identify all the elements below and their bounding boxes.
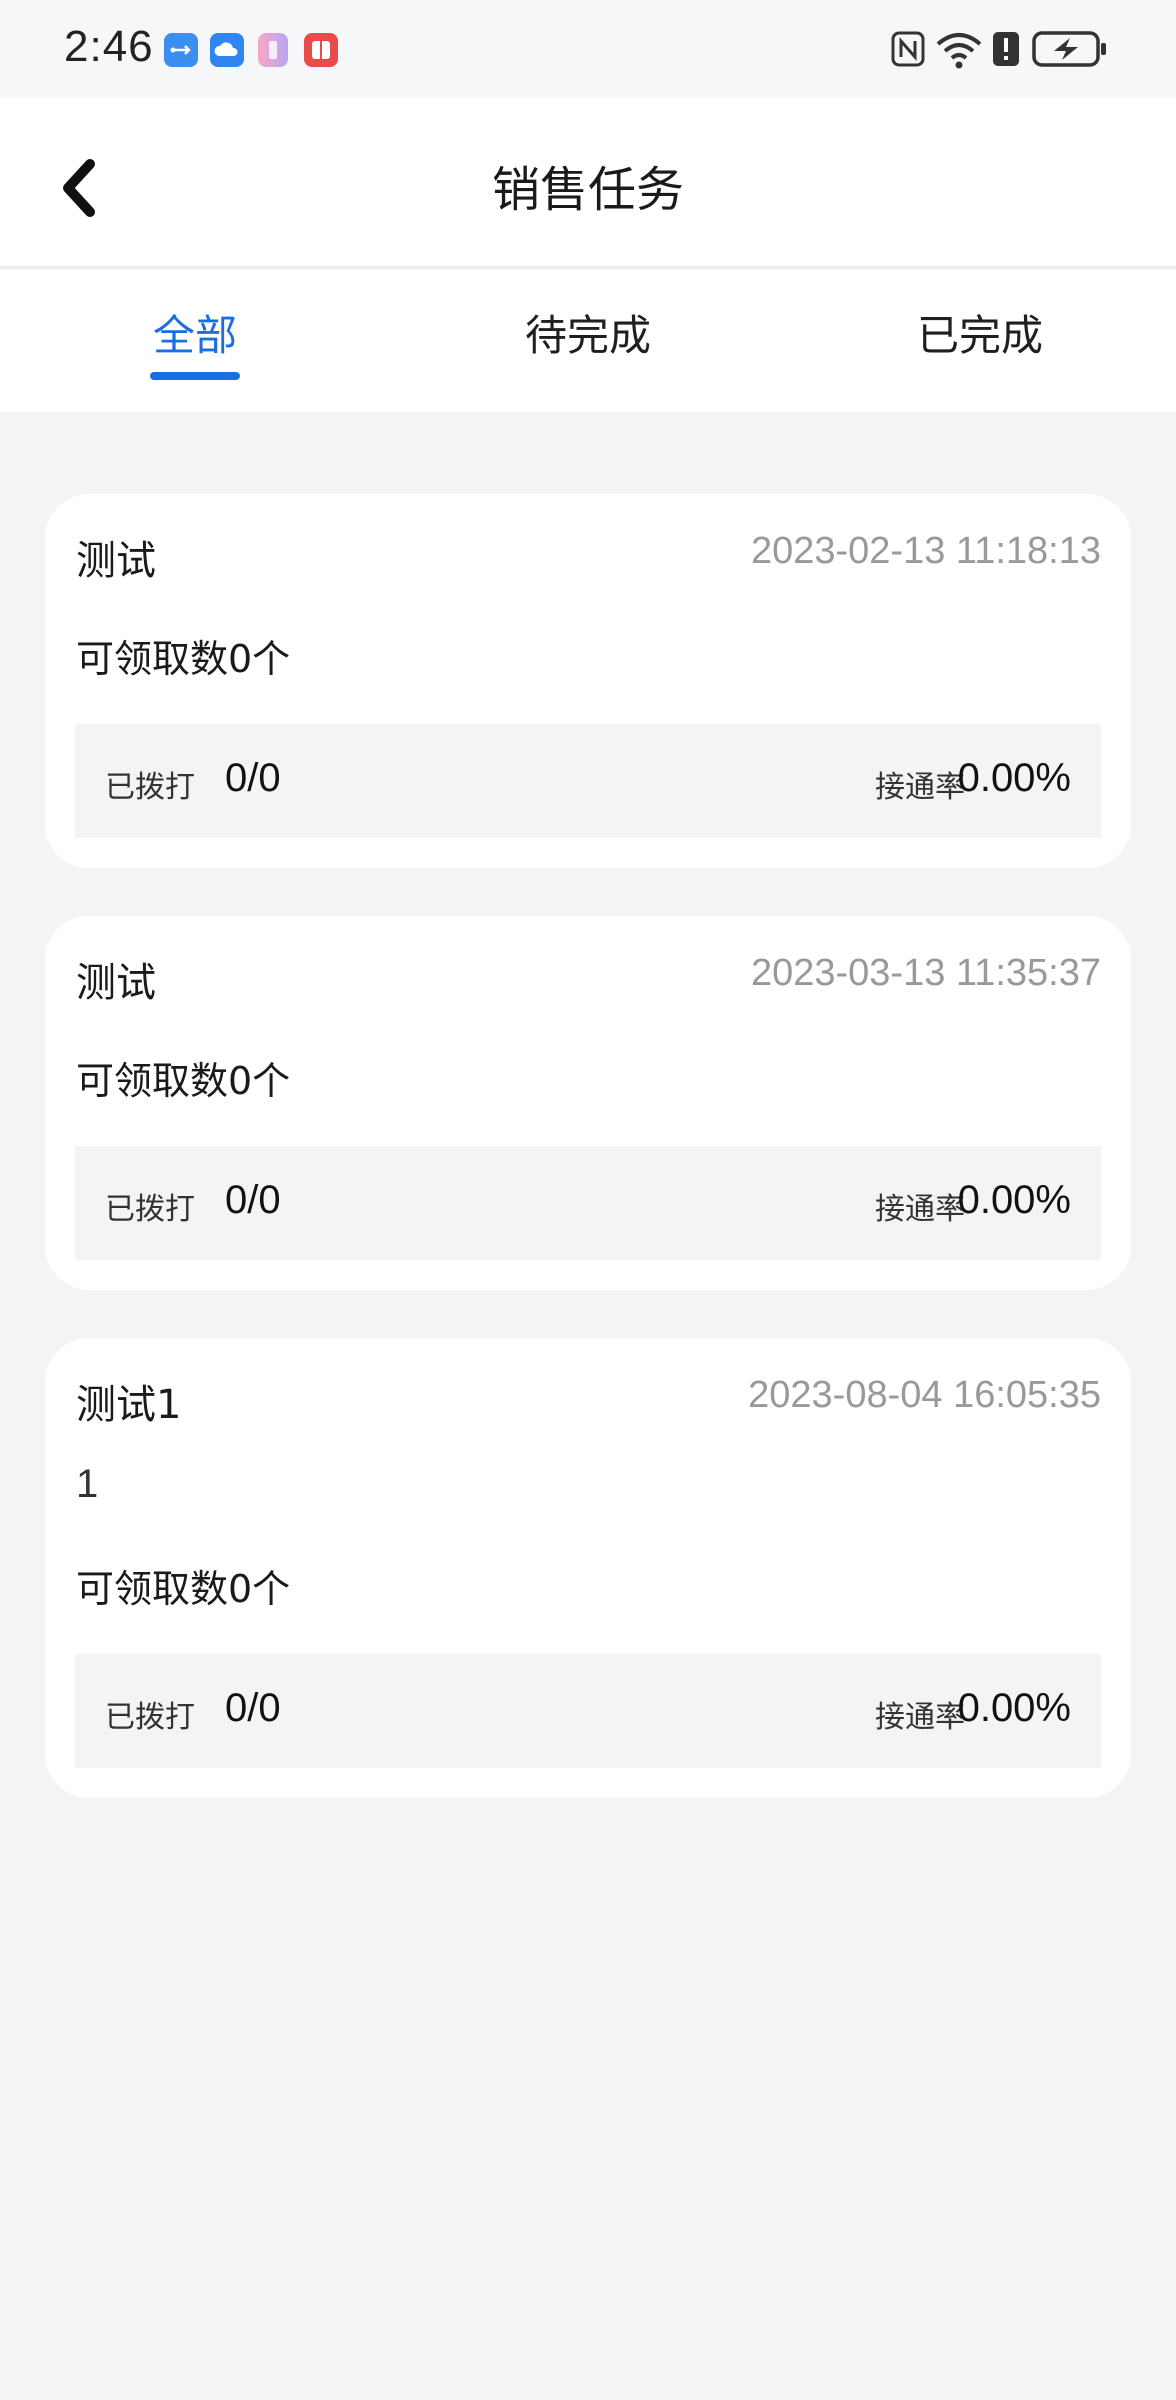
dialed-value: 0/0 (225, 1178, 281, 1222)
active-tab-indicator (150, 372, 240, 380)
task-card[interactable]: 测试 2023-03-13 11:35:37 可领取数0个 已拨打 0/0 接通… (45, 916, 1131, 1290)
dialed-value: 0/0 (225, 1686, 281, 1730)
rate-label: 接通率 (875, 770, 965, 805)
wifi-icon (934, 30, 984, 74)
rate-label: 接通率 (875, 1192, 965, 1227)
cloud-icon (210, 33, 244, 67)
dialed-label: 已拨打 (105, 1700, 195, 1735)
tab-all[interactable]: 全部 (65, 302, 325, 363)
status-time: 2:46 (64, 22, 154, 71)
dialed-value: 0/0 (225, 756, 281, 800)
rate-value: 0.00% (957, 756, 1071, 800)
book-icon (304, 33, 338, 67)
alert-icon (992, 30, 1020, 72)
tab-bar: 全部 待完成 已完成 (0, 270, 1176, 412)
rate-value: 0.00% (957, 1686, 1071, 1730)
task-stats: 已拨打 0/0 接通率 0.00% (75, 1146, 1101, 1260)
task-date: 2023-03-13 11:35:37 (750, 952, 1101, 994)
task-date: 2023-02-13 11:18:13 (750, 530, 1101, 572)
task-title: 测试 (76, 960, 156, 1006)
task-claimable: 可领取数0个 (76, 1567, 291, 1611)
app-icon (258, 33, 288, 67)
task-description: 1 (76, 1462, 99, 1506)
rate-label: 接通率 (875, 1700, 965, 1735)
header: 销售任务 (0, 98, 1176, 268)
usb-icon (164, 33, 198, 67)
tab-pending[interactable]: 待完成 (458, 302, 718, 363)
nfc-icon (890, 30, 926, 72)
task-card[interactable]: 测试1 2023-08-04 16:05:35 1 可领取数0个 已拨打 0/0… (45, 1338, 1131, 1798)
task-card[interactable]: 测试 2023-02-13 11:18:13 可领取数0个 已拨打 0/0 接通… (45, 494, 1131, 868)
task-title: 测试1 (76, 1382, 182, 1428)
task-claimable: 可领取数0个 (76, 1059, 291, 1103)
rate-value: 0.00% (957, 1178, 1071, 1222)
tab-completed[interactable]: 已完成 (850, 302, 1110, 363)
status-bar: 2:46 (0, 0, 1176, 98)
page-title: 销售任务 (491, 162, 684, 218)
battery-charging-icon (1032, 30, 1108, 72)
dialed-label: 已拨打 (105, 1192, 195, 1227)
task-claimable: 可领取数0个 (76, 637, 291, 681)
task-title: 测试 (76, 538, 156, 584)
task-date: 2023-08-04 16:05:35 (748, 1374, 1101, 1416)
dialed-label: 已拨打 (105, 770, 195, 805)
task-stats: 已拨打 0/0 接通率 0.00% (75, 1654, 1101, 1768)
task-stats: 已拨打 0/0 接通率 0.00% (75, 724, 1101, 838)
